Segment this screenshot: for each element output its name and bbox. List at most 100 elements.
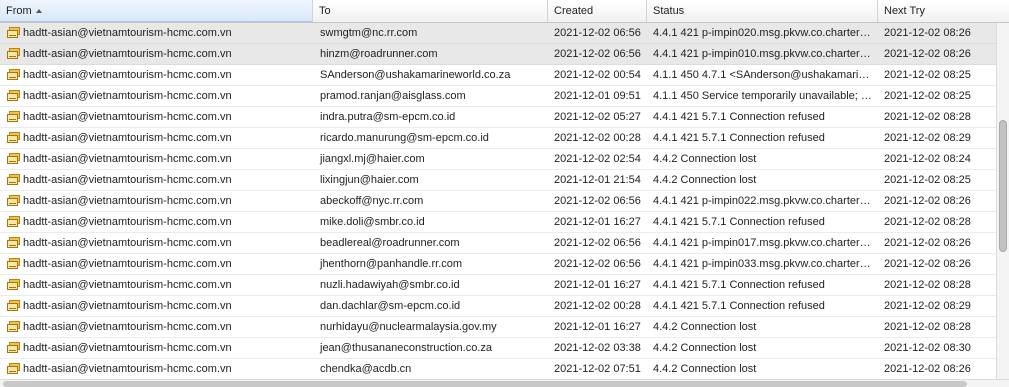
- column-header-status[interactable]: Status: [647, 0, 878, 22]
- cell-from: hadtt-asian@vietnamtourism-hcmc.com.vn: [0, 233, 313, 253]
- cell-status: 4.4.2 Connection lost: [653, 153, 757, 165]
- cell-to: ricardo.manurung@sm-epcm.co.id: [320, 132, 489, 144]
- cell-to: jhenthorn@panhandle.rr.com: [320, 258, 463, 270]
- cell-from: hadtt-asian@vietnamtourism-hcmc.com.vn: [0, 149, 313, 169]
- cell-from: hadtt-asian@vietnamtourism-hcmc.com.vn: [0, 107, 313, 127]
- mail-envelopes-icon: [7, 321, 20, 332]
- cell-next-try: 2021-12-02 08:28: [884, 216, 971, 228]
- cell-next-try: 2021-12-02 08:28: [884, 279, 971, 291]
- cell-to: mike.doli@smbr.co.id: [320, 216, 425, 228]
- cell-to: SAnderson@ushakamarineworld.co.za: [320, 69, 511, 81]
- cell-status: 4.4.1 421 5.7.1 Connection refused: [653, 132, 825, 144]
- table-row[interactable]: hadtt-asian@vietnamtourism-hcmc.com.vn ji…: [0, 149, 996, 170]
- cell-to: nuzli.hadawiyah@smbr.co.id: [320, 279, 460, 291]
- cell-status: 4.4.2 Connection lost: [653, 363, 757, 375]
- column-header-next-try[interactable]: Next Try: [878, 0, 1009, 22]
- cell-created: 2021-12-02 06:56: [554, 258, 641, 270]
- cell-created: 2021-12-02 07:51: [554, 363, 641, 375]
- table-row[interactable]: hadtt-asian@vietnamtourism-hcmc.com.vn ch…: [0, 359, 996, 379]
- cell-next-try: 2021-12-02 08:25: [884, 69, 971, 81]
- table-row[interactable]: hadtt-asian@vietnamtourism-hcmc.com.vn li…: [0, 170, 996, 191]
- cell-from: hadtt-asian@vietnamtourism-hcmc.com.vn: [0, 275, 313, 295]
- mail-envelopes-icon: [7, 69, 20, 80]
- cell-from: hadtt-asian@vietnamtourism-hcmc.com.vn: [0, 191, 313, 211]
- table-row[interactable]: hadtt-asian@vietnamtourism-hcmc.com.vn nu…: [0, 275, 996, 296]
- horizontal-scrollbar-thumb[interactable]: [3, 381, 967, 387]
- table-row[interactable]: hadtt-asian@vietnamtourism-hcmc.com.vn pr…: [0, 86, 996, 107]
- table-row[interactable]: hadtt-asian@vietnamtourism-hcmc.com.vn be…: [0, 233, 996, 254]
- cell-from: hadtt-asian@vietnamtourism-hcmc.com.vn: [0, 170, 313, 190]
- cell-next-try: 2021-12-02 08:26: [884, 237, 971, 249]
- column-header-to[interactable]: To: [313, 0, 548, 22]
- cell-status: 4.4.2 Connection lost: [653, 321, 757, 333]
- vertical-scrollbar-thumb[interactable]: [999, 120, 1007, 252]
- sort-ascending-arrow-icon: [35, 9, 42, 13]
- cell-created: 2021-12-02 03:38: [554, 342, 641, 354]
- cell-status: 4.4.2 Connection lost: [653, 342, 757, 354]
- table-row[interactable]: hadtt-asian@vietnamtourism-hcmc.com.vn ri…: [0, 128, 996, 149]
- cell-status: 4.4.1 421 p-impin017.msg.pkvw.co.charter…: [653, 237, 871, 249]
- cell-created: 2021-12-02 00:54: [554, 69, 641, 81]
- mail-envelopes-icon: [7, 216, 20, 227]
- cell-status: 4.4.1 421 p-impin020.msg.pkvw.co.charter…: [653, 27, 871, 39]
- mail-envelopes-icon: [7, 90, 20, 101]
- table-row[interactable]: hadtt-asian@vietnamtourism-hcmc.com.vn mi…: [0, 212, 996, 233]
- cell-to: nurhidayu@nuclearmalaysia.gov.my: [320, 321, 497, 333]
- table-row[interactable]: hadtt-asian@vietnamtourism-hcmc.com.vn nu…: [0, 317, 996, 338]
- cell-created: 2021-12-02 00:28: [554, 300, 641, 312]
- vertical-scrollbar[interactable]: [996, 23, 1009, 379]
- table-row[interactable]: hadtt-asian@vietnamtourism-hcmc.com.vn jh…: [0, 254, 996, 275]
- cell-next-try: 2021-12-02 08:25: [884, 90, 971, 102]
- table-row[interactable]: hadtt-asian@vietnamtourism-hcmc.com.vn ab…: [0, 191, 996, 212]
- cell-from: hadtt-asian@vietnamtourism-hcmc.com.vn: [0, 338, 313, 358]
- cell-from-text: hadtt-asian@vietnamtourism-hcmc.com.vn: [23, 132, 232, 144]
- cell-next-try: 2021-12-02 08:30: [884, 342, 971, 354]
- cell-to: jean@thusananeconstruction.co.za: [320, 342, 492, 354]
- cell-from: hadtt-asian@vietnamtourism-hcmc.com.vn: [0, 359, 313, 379]
- cell-from-text: hadtt-asian@vietnamtourism-hcmc.com.vn: [23, 216, 232, 228]
- cell-to: lixingjun@haier.com: [320, 174, 419, 186]
- mail-envelopes-icon: [7, 111, 20, 122]
- cell-status: 4.4.1 421 p-impin010.msg.pkvw.co.charter…: [653, 48, 871, 60]
- table-row[interactable]: hadtt-asian@vietnamtourism-hcmc.com.vn SA…: [0, 65, 996, 86]
- cell-status: 4.4.1 421 p-impin022.msg.pkvw.co.charter…: [653, 195, 871, 207]
- horizontal-scrollbar[interactable]: [0, 379, 1009, 387]
- cell-next-try: 2021-12-02 08:29: [884, 132, 971, 144]
- mail-envelopes-icon: [7, 48, 20, 59]
- mail-queue-grid: From To Created Status Next Try hadtt-as…: [0, 0, 1009, 387]
- cell-next-try: 2021-12-02 08:26: [884, 258, 971, 270]
- cell-from-text: hadtt-asian@vietnamtourism-hcmc.com.vn: [23, 111, 232, 123]
- table-row[interactable]: hadtt-asian@vietnamtourism-hcmc.com.vn sw…: [0, 23, 996, 44]
- table-row[interactable]: hadtt-asian@vietnamtourism-hcmc.com.vn in…: [0, 107, 996, 128]
- cell-from-text: hadtt-asian@vietnamtourism-hcmc.com.vn: [23, 321, 232, 333]
- cell-created: 2021-12-02 06:56: [554, 48, 641, 60]
- cell-from: hadtt-asian@vietnamtourism-hcmc.com.vn: [0, 44, 313, 64]
- cell-next-try: 2021-12-02 08:26: [884, 27, 971, 39]
- table-row[interactable]: hadtt-asian@vietnamtourism-hcmc.com.vn je…: [0, 338, 996, 359]
- cell-from-text: hadtt-asian@vietnamtourism-hcmc.com.vn: [23, 69, 232, 81]
- cell-from: hadtt-asian@vietnamtourism-hcmc.com.vn: [0, 296, 313, 316]
- column-header-row: From To Created Status Next Try: [0, 0, 1009, 23]
- queue-rows: hadtt-asian@vietnamtourism-hcmc.com.vn sw…: [0, 23, 996, 379]
- cell-created: 2021-12-01 16:27: [554, 321, 641, 333]
- cell-from-text: hadtt-asian@vietnamtourism-hcmc.com.vn: [23, 195, 232, 207]
- table-row[interactable]: hadtt-asian@vietnamtourism-hcmc.com.vn da…: [0, 296, 996, 317]
- cell-status: 4.4.1 421 5.7.1 Connection refused: [653, 216, 825, 228]
- column-header-from[interactable]: From: [0, 0, 313, 22]
- cell-from-text: hadtt-asian@vietnamtourism-hcmc.com.vn: [23, 174, 232, 186]
- cell-to: chendka@acdb.cn: [320, 363, 412, 375]
- cell-to: swmgtm@nc.rr.com: [320, 27, 418, 39]
- cell-status: 4.4.1 421 p-impin033.msg.pkvw.co.charter…: [653, 258, 871, 270]
- cell-to: hinzm@roadrunner.com: [320, 48, 438, 60]
- table-row[interactable]: hadtt-asian@vietnamtourism-hcmc.com.vn hi…: [0, 44, 996, 65]
- column-header-created[interactable]: Created: [548, 0, 647, 22]
- column-header-from-label: From: [6, 5, 32, 17]
- mail-envelopes-icon: [7, 363, 20, 374]
- cell-from: hadtt-asian@vietnamtourism-hcmc.com.vn: [0, 86, 313, 106]
- cell-created: 2021-12-02 02:54: [554, 153, 641, 165]
- cell-created: 2021-12-01 09:51: [554, 90, 641, 102]
- cell-next-try: 2021-12-02 08:26: [884, 48, 971, 60]
- cell-from: hadtt-asian@vietnamtourism-hcmc.com.vn: [0, 212, 313, 232]
- cell-next-try: 2021-12-02 08:28: [884, 111, 971, 123]
- cell-created: 2021-12-02 00:28: [554, 132, 641, 144]
